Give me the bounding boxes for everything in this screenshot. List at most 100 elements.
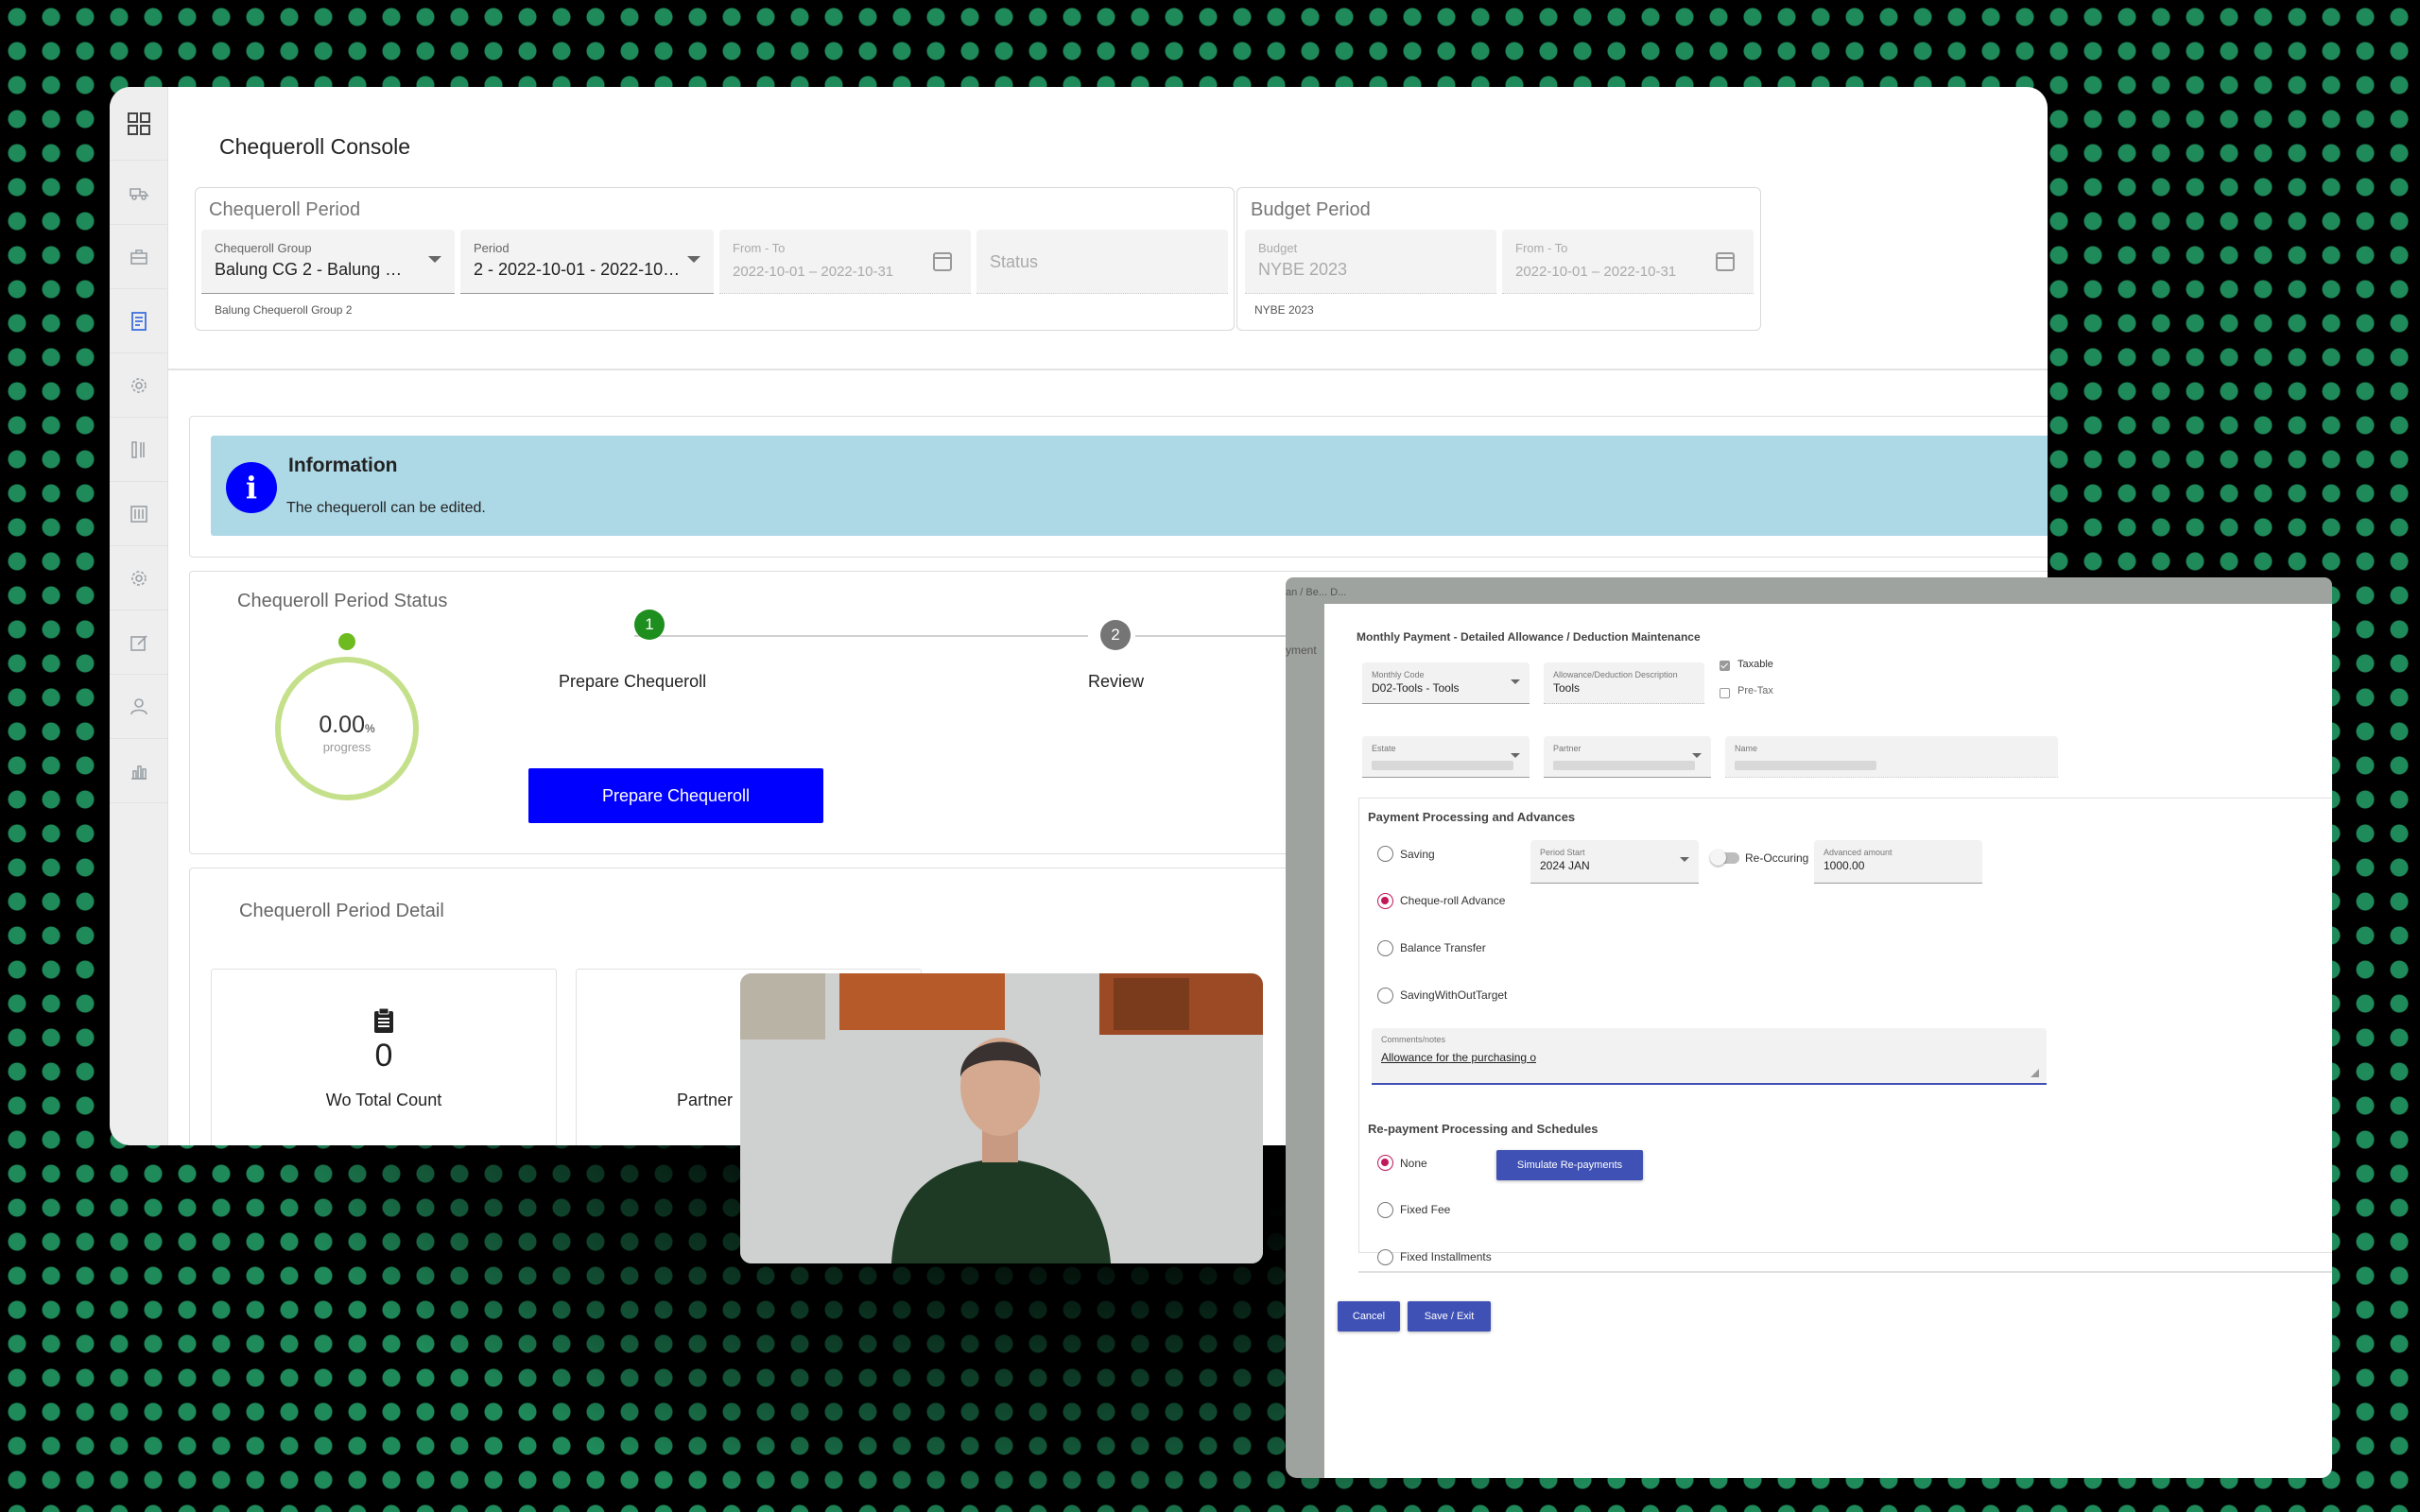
from-to-label: From - To [733, 241, 786, 255]
edit-icon[interactable] [110, 610, 168, 675]
budget-period-panel: Budget Period Budget NYBE 2023 NYBE 2023… [1236, 187, 1761, 331]
wo-total-count-label: Wo Total Count [325, 1091, 442, 1109]
document-icon[interactable] [110, 289, 168, 353]
from-to-date-field: From - To 2022-10-01 – 2022-10-31 [719, 230, 971, 294]
cheque-roll-advance-label: Cheque-roll Advance [1400, 894, 1506, 907]
budget-value: NYBE 2023 [1258, 260, 1348, 279]
saving-label: Saving [1400, 848, 1435, 861]
from-to-value: 2022-10-01 – 2022-10-31 [733, 264, 894, 280]
taxable-label: Taxable [1737, 659, 1773, 670]
chevron-down-icon [428, 256, 441, 263]
monthly-code-value: D02-Tools - Tools [1372, 681, 1460, 695]
prepare-chequeroll-button[interactable]: Prepare Chequeroll [528, 768, 823, 823]
budget-from-to-field: From - To 2022-10-01 – 2022-10-31 [1502, 230, 1754, 294]
partner-select[interactable]: Partner [1544, 736, 1711, 778]
dialog-title: Monthly Payment - Detailed Allowance / D… [1357, 630, 1701, 644]
comments-textarea[interactable]: Comments/notes Allowance for the purchas… [1372, 1028, 2047, 1085]
advanced-amount-field[interactable]: Advanced amount 1000.00 [1814, 840, 1982, 884]
background-tab-label: yment [1286, 644, 1317, 657]
cancel-button[interactable]: Cancel [1338, 1301, 1400, 1332]
chequeroll-group-hint: Balung Chequeroll Group 2 [215, 303, 353, 317]
period-select[interactable]: Period 2 - 2022-10-01 - 2022-10-... [460, 230, 714, 294]
period-label: Period [474, 241, 510, 255]
payment-dialog-backdrop: an / Be... D... yment Monthly Payment - … [1286, 577, 2332, 1478]
step-2-label: Review [1088, 672, 1145, 691]
radio-fixed-installments[interactable] [1377, 1249, 1393, 1265]
estate-label: Estate [1372, 744, 1396, 753]
bar-chart-icon[interactable] [110, 739, 168, 803]
detail-section-title: Chequeroll Period Detail [239, 901, 444, 921]
wo-total-count-card: 0 Wo Total Count [211, 969, 557, 1145]
chequeroll-group-select[interactable]: Chequeroll Group Balung CG 2 - Balung Ch… [201, 230, 455, 294]
page-title: Chequeroll Console [219, 134, 411, 159]
monthly-code-label: Monthly Code [1372, 670, 1425, 679]
presenter-video-frame [740, 973, 1263, 1263]
save-exit-button[interactable]: Save / Exit [1408, 1301, 1491, 1332]
payment-dialog: Monthly Payment - Detailed Allowance / D… [1324, 604, 2332, 1478]
information-card: i Information The chequeroll can be edit… [189, 416, 2048, 558]
chequeroll-period-legend: Chequeroll Period [209, 199, 361, 220]
info-icon: i [226, 462, 277, 513]
taxable-checkbox[interactable] [1720, 661, 1730, 671]
advanced-amount-label: Advanced amount [1824, 848, 1893, 857]
sidebar-rail [110, 87, 168, 1145]
radio-cheque-roll-advance[interactable] [1377, 893, 1393, 909]
pretax-checkbox[interactable] [1720, 688, 1730, 698]
status-section-title: Chequeroll Period Status [237, 591, 448, 611]
advanced-amount-value: 1000.00 [1824, 859, 1865, 872]
gear-icon[interactable] [110, 353, 168, 418]
radio-none[interactable] [1377, 1155, 1393, 1171]
presenter-video-tile [740, 973, 1263, 1263]
none-label: None [1400, 1157, 1427, 1170]
chevron-down-icon [1692, 753, 1702, 758]
budget-period-legend: Budget Period [1251, 199, 1371, 220]
chequeroll-group-label: Chequeroll Group [215, 241, 312, 255]
simulate-repayments-button[interactable]: Simulate Re-payments [1496, 1150, 1643, 1180]
tools-icon[interactable] [110, 418, 168, 482]
monthly-code-select[interactable]: Monthly Code D02-Tools - Tools [1362, 662, 1530, 704]
breadcrumb: an / Be... D... [1286, 587, 1347, 598]
information-message: The chequeroll can be edited. [286, 500, 486, 516]
status-label: Status [990, 252, 1039, 271]
step-2-circle: 2 [1100, 620, 1131, 650]
sliders-icon[interactable] [110, 482, 168, 546]
chevron-down-icon [1511, 679, 1520, 684]
re-occuring-toggle[interactable] [1710, 850, 1739, 866]
information-banner: i Information The chequeroll can be edit… [211, 436, 2048, 536]
name-value-redacted [1735, 761, 1876, 770]
status-field: Status [977, 230, 1228, 294]
budget-label: Budget [1258, 241, 1298, 255]
section-divider [168, 369, 2048, 370]
re-occuring-label: Re-Occuring [1745, 851, 1809, 865]
partner-value-redacted [1553, 761, 1695, 770]
chevron-down-icon [1511, 753, 1520, 758]
partner-label: Partner [677, 1091, 734, 1109]
progress-value: 0.00% [319, 712, 375, 738]
budget-from-to-value: 2022-10-01 – 2022-10-31 [1515, 264, 1677, 280]
toolbox-icon[interactable] [110, 225, 168, 289]
radio-saving-without-target[interactable] [1377, 988, 1393, 1004]
calendar-icon [933, 252, 952, 271]
step-1-label: Prepare Chequeroll [559, 672, 707, 691]
dialog-footer-divider [1358, 1271, 2332, 1273]
chequeroll-group-value: Balung CG 2 - Balung Ch... [215, 260, 413, 279]
progress-ring: 0.00% progress [275, 657, 419, 800]
gear-icon[interactable] [110, 546, 168, 610]
period-start-label: Period Start [1540, 848, 1585, 857]
radio-saving[interactable] [1377, 846, 1393, 862]
comments-value: Allowance for the purchasing o [1381, 1051, 1537, 1064]
clipboard-icon [212, 1007, 556, 1040]
chequeroll-period-panel: Chequeroll Period Chequeroll Group Balun… [195, 187, 1235, 331]
estate-select[interactable]: Estate [1362, 736, 1530, 778]
radio-fixed-fee[interactable] [1377, 1202, 1393, 1218]
period-start-select[interactable]: Period Start 2024 JAN [1530, 840, 1699, 884]
fixed-installments-label: Fixed Installments [1400, 1250, 1492, 1263]
truck-icon[interactable] [110, 161, 168, 225]
repayment-section-title: Re-payment Processing and Schedules [1368, 1122, 1599, 1136]
user-icon[interactable] [110, 675, 168, 739]
radio-balance-transfer[interactable] [1377, 940, 1393, 956]
description-label: Allowance/Deduction Description [1553, 670, 1678, 679]
apps-icon[interactable] [110, 87, 168, 161]
resize-handle-icon[interactable] [2031, 1069, 2039, 1077]
description-value: Tools [1553, 681, 1581, 695]
